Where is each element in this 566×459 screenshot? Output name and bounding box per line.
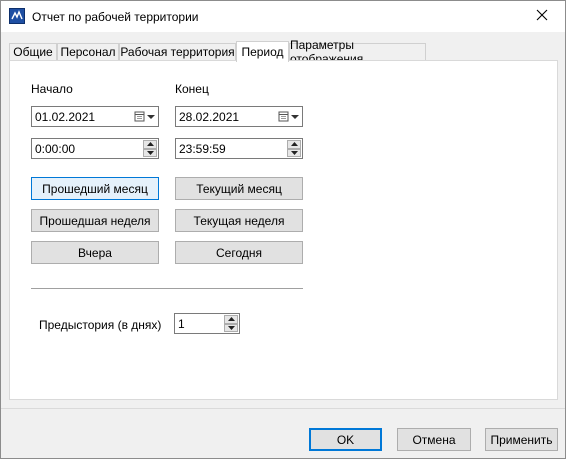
- today-button[interactable]: Сегодня: [175, 241, 303, 264]
- close-icon: [536, 9, 548, 24]
- cancel-button[interactable]: Отмена: [397, 428, 471, 451]
- prehistory-days-value: 1: [178, 316, 185, 331]
- last-week-button[interactable]: Прошедшая неделя: [31, 209, 159, 232]
- end-date-value: 28.02.2021: [179, 109, 240, 124]
- spin-up-icon[interactable]: [287, 140, 301, 149]
- calendar-dropdown-icon[interactable]: [134, 109, 156, 124]
- spin-up-icon[interactable]: [224, 315, 238, 324]
- dialog-window: Отчет по рабочей территории Общие Персон…: [0, 0, 566, 459]
- section-divider: [31, 288, 303, 289]
- tab-general[interactable]: Общие: [9, 43, 57, 60]
- start-time-field[interactable]: 0:00:00: [31, 138, 159, 159]
- end-label: Конец: [175, 82, 209, 96]
- tab-display-params[interactable]: Параметры отображения: [289, 38, 426, 66]
- window-title: Отчет по рабочей территории: [32, 10, 199, 24]
- apply-button[interactable]: Применить: [485, 428, 558, 451]
- close-button[interactable]: [519, 1, 565, 32]
- end-time-value: 23:59:59: [179, 141, 226, 156]
- yesterday-button[interactable]: Вчера: [31, 241, 159, 264]
- last-month-button[interactable]: Прошедший месяц: [31, 177, 159, 200]
- start-time-value: 0:00:00: [35, 141, 76, 156]
- tab-work-area[interactable]: Рабочая территория: [119, 43, 236, 60]
- tab-personnel[interactable]: Персонал: [57, 43, 119, 60]
- end-date-picker[interactable]: 28.02.2021: [175, 106, 303, 127]
- prehistory-label: Предыстория (в днях): [39, 318, 162, 332]
- end-time-field[interactable]: 23:59:59: [175, 138, 303, 159]
- tab-period[interactable]: Период: [236, 41, 289, 62]
- prehistory-days-field[interactable]: 1: [174, 313, 240, 334]
- end-time-spinner[interactable]: [287, 140, 301, 157]
- start-date-picker[interactable]: 01.02.2021: [31, 106, 159, 127]
- dialog-button-bar: [1, 408, 565, 459]
- current-month-button[interactable]: Текущий месяц: [175, 177, 303, 200]
- spin-down-icon[interactable]: [287, 148, 301, 157]
- start-date-value: 01.02.2021: [35, 109, 96, 124]
- start-time-spinner[interactable]: [143, 140, 157, 157]
- ok-button[interactable]: OK: [309, 428, 382, 451]
- current-week-button[interactable]: Текущая неделя: [175, 209, 303, 232]
- tab-panel-period: Начало Конец 01.02.2021 28.02.2021 0:00:…: [9, 60, 558, 400]
- spin-down-icon[interactable]: [143, 148, 157, 157]
- app-icon: [9, 8, 25, 24]
- start-label: Начало: [31, 82, 73, 96]
- title-bar: Отчет по рабочей территории: [1, 1, 565, 32]
- spin-up-icon[interactable]: [143, 140, 157, 149]
- calendar-dropdown-icon[interactable]: [278, 109, 300, 124]
- spin-down-icon[interactable]: [224, 323, 238, 332]
- prehistory-spinner[interactable]: [224, 315, 238, 332]
